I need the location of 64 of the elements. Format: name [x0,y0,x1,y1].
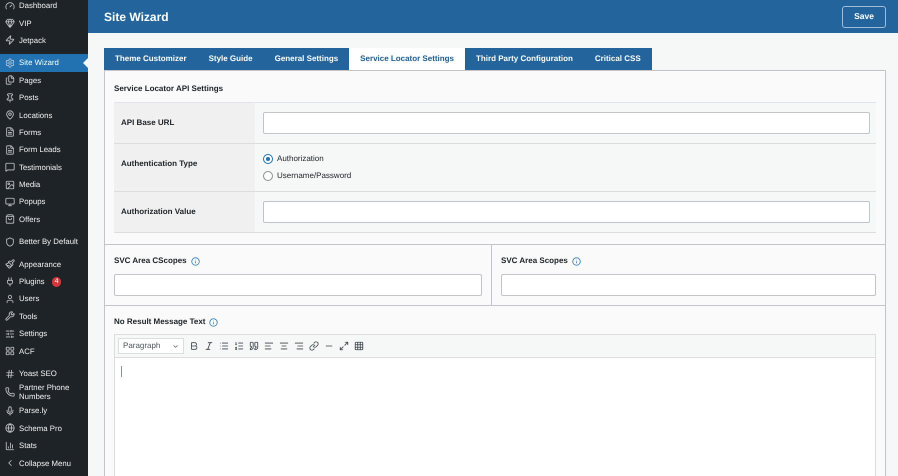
align-left-icon[interactable] [264,341,274,351]
tab[interactable]: General Settings [264,48,350,70]
document-icon [5,127,15,138]
globe-icon [5,423,15,434]
italic-icon[interactable] [204,341,214,351]
bullet-list-icon[interactable] [219,341,229,351]
current-arrow-icon [83,58,88,68]
tab[interactable]: Critical CSS [584,48,652,70]
phone-icon [5,387,15,398]
wrench-icon [5,311,15,322]
pages-icon [5,75,15,86]
bold-icon[interactable] [189,341,199,351]
pushpin-icon [5,92,15,103]
brush-icon [5,259,15,270]
tab[interactable]: Service Locator Settings [349,48,465,70]
screen-icon [5,196,15,207]
numbered-list-icon[interactable] [234,341,244,351]
gem-icon [5,18,15,28]
format-dropdown[interactable]: Paragraph [118,338,184,354]
text-field[interactable] [263,201,870,223]
dashboard-icon [5,0,15,11]
radio-label: Username/Password [277,170,352,182]
text-field[interactable] [501,274,876,296]
user-icon [5,294,15,304]
page-title: Site Wizard [104,8,169,26]
speech-bubble-icon [5,162,15,172]
save-button[interactable]: Save [842,6,886,28]
quote-icon[interactable] [249,341,259,351]
bolt-icon [5,35,15,46]
map-pin-icon [5,110,15,120]
align-right-icon[interactable] [294,341,304,351]
link-icon[interactable] [309,341,319,351]
field-label: No Result Message Text [114,316,206,328]
field-label: Authentication Type [121,158,198,170]
field-label: API Base URL [121,117,174,129]
text-field[interactable] [114,274,482,296]
align-center-icon[interactable] [279,341,289,351]
gear-icon [5,58,15,68]
info-icon[interactable] [572,256,581,266]
shield-icon [5,236,15,247]
tab[interactable]: Theme Customizer [104,48,198,70]
tab[interactable]: Style Guide [198,48,264,70]
field-label: Authorization Value [121,206,196,218]
section-title: Service Locator API Settings [114,83,224,95]
bag-icon [5,214,15,224]
document-icon [5,144,15,155]
plug-icon [5,276,15,287]
field-label: SVC Area Scopes [501,255,568,267]
settings-icon [5,328,15,339]
info-icon[interactable] [209,318,218,326]
tab[interactable]: Third Party Configuration [464,48,584,70]
bar-chart-icon [5,440,15,451]
toolbar-toggle-icon[interactable] [354,341,364,351]
grid-icon [5,346,15,356]
info-icon[interactable] [190,256,200,266]
radio-button[interactable] [263,171,273,181]
media-icon [5,180,15,190]
microphone-icon [5,406,15,416]
fullscreen-icon[interactable] [339,341,349,351]
radio-button[interactable] [263,154,273,164]
caret-icon [172,342,179,350]
field-label: SVC Area CScopes [114,255,187,267]
text-field[interactable] [263,112,870,134]
radio-label: Authorization [277,153,324,165]
